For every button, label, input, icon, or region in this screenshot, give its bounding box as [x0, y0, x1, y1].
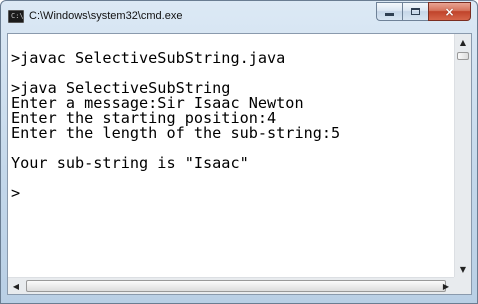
maximize-icon [411, 8, 420, 15]
scroll-up-arrow-icon[interactable]: ▲ [455, 34, 471, 50]
minimize-button[interactable] [376, 2, 402, 21]
title-bar[interactable]: C:\ C:\Windows\system32\cmd.exe × [1, 1, 477, 33]
window-title: C:\Windows\system32\cmd.exe [29, 10, 183, 22]
close-icon: × [444, 4, 455, 19]
cmd-window: C:\ C:\Windows\system32\cmd.exe × >javac… [0, 0, 478, 304]
console-client-area: >javac SelectiveSubString.java >java Sel… [7, 33, 472, 295]
console-line: Enter the length of the sub-string:5 [11, 124, 341, 142]
scroll-down-arrow-icon[interactable]: ▼ [455, 261, 471, 277]
scroll-right-arrow-icon[interactable]: ▶ [438, 278, 454, 294]
console-output[interactable]: >javac SelectiveSubString.java >java Sel… [8, 34, 454, 277]
horizontal-scrollbar[interactable]: ◀ ▶ [8, 277, 454, 294]
minimize-icon [385, 13, 394, 16]
cmd-icon[interactable]: C:\ [8, 10, 24, 23]
vertical-scroll-thumb[interactable] [457, 52, 469, 60]
console-line: >javac SelectiveSubString.java [11, 49, 286, 67]
caption-buttons: × [376, 2, 471, 22]
console-prompt: > [11, 184, 21, 202]
console-line: Your sub-string is "Isaac" [11, 154, 249, 172]
scrollbar-corner [454, 277, 471, 294]
horizontal-scroll-thumb[interactable] [26, 280, 446, 292]
vertical-scrollbar[interactable]: ▲ ▼ [454, 34, 471, 277]
maximize-button[interactable] [402, 2, 428, 21]
scroll-left-arrow-icon[interactable]: ◀ [8, 278, 24, 294]
close-button[interactable]: × [428, 2, 471, 21]
